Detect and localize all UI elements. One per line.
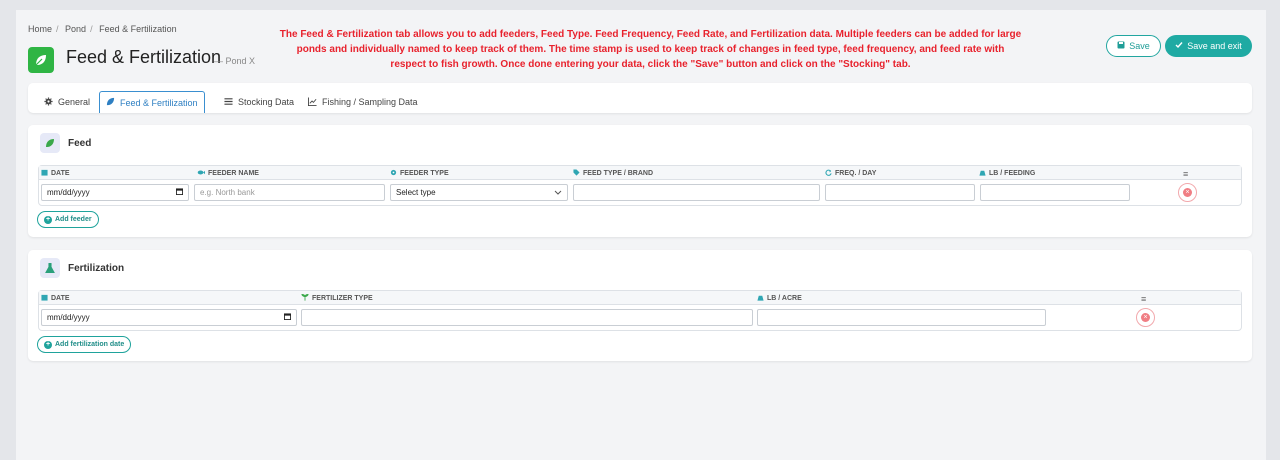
feed-table: DATE FEEDER NAME FEEDER TYPE FEED TYPE /… bbox=[38, 165, 1242, 206]
breadcrumb: Home / Pond / Feed & Fertilization bbox=[28, 24, 177, 34]
page-subtitle: — Pond X bbox=[214, 56, 256, 66]
breadcrumb-pond[interactable]: Pond bbox=[65, 24, 86, 34]
fish-icon bbox=[197, 169, 205, 178]
column-feeder-name: FEEDER NAME bbox=[197, 169, 259, 178]
column-date: DATE bbox=[41, 169, 70, 178]
breadcrumb-home[interactable]: Home bbox=[28, 24, 52, 34]
column-feed-type-brand: FEED TYPE / BRAND bbox=[573, 169, 653, 178]
fertilization-section-title: Fertilization bbox=[68, 262, 125, 274]
fertilizer-type-input[interactable] bbox=[301, 309, 753, 326]
tab-fishing-sampling-data[interactable]: Fishing / Sampling Data bbox=[302, 91, 424, 113]
tab-feed-fertilization[interactable]: Feed & Fertilization bbox=[99, 91, 205, 113]
feed-type-brand-input[interactable] bbox=[573, 184, 820, 201]
lb-per-acre-input[interactable] bbox=[757, 309, 1046, 326]
add-feeder-button[interactable]: + Add feeder bbox=[37, 211, 99, 228]
feed-table-header: DATE FEEDER NAME FEEDER TYPE FEED TYPE /… bbox=[39, 166, 1241, 180]
column-lb-per-acre: LB / ACRE bbox=[757, 294, 802, 303]
tab-general-label: General bbox=[58, 97, 91, 107]
delete-row-button[interactable]: × bbox=[1136, 308, 1155, 327]
refresh-icon bbox=[825, 169, 832, 178]
table-row: mm/dd/yyyy × bbox=[39, 305, 1241, 329]
tab-stocking-data[interactable]: Stocking Data bbox=[218, 91, 300, 113]
fertilization-date-input[interactable]: mm/dd/yyyy bbox=[41, 309, 297, 326]
feed-section-header: Feed bbox=[40, 133, 91, 153]
column-date: DATE bbox=[41, 294, 70, 303]
column-feeder-type: FEEDER TYPE bbox=[390, 169, 449, 178]
plus-icon: + bbox=[44, 340, 52, 349]
feed-card: Feed DATE FEEDER NAME FEEDER TYPE FEED T… bbox=[28, 125, 1252, 237]
tag-icon bbox=[573, 169, 580, 178]
leaf-icon bbox=[106, 97, 115, 108]
column-freq-per-day: FREQ. / DAY bbox=[825, 169, 876, 178]
feeder-type-select[interactable]: Select type bbox=[390, 184, 568, 201]
column-fertilizer-type: FERTILIZER TYPE bbox=[301, 293, 373, 303]
add-fertilization-date-button[interactable]: + Add fertilization date bbox=[37, 336, 132, 353]
feed-section-title: Feed bbox=[68, 137, 92, 149]
tab-general[interactable]: General bbox=[38, 91, 96, 113]
lb-per-feeding-input[interactable] bbox=[980, 184, 1130, 201]
delete-row-button[interactable]: × bbox=[1178, 183, 1197, 202]
save-button[interactable]: Save bbox=[1106, 35, 1161, 57]
instructions-text: The Feed & Fertilization tab allows you … bbox=[279, 29, 1022, 70]
calendar-icon bbox=[176, 188, 183, 197]
chart-icon bbox=[308, 96, 317, 108]
tab-bar: General Feed & Fertilization Stocking Da… bbox=[28, 83, 1252, 113]
calendar-icon bbox=[284, 313, 291, 322]
calendar-icon bbox=[41, 169, 48, 178]
save-and-exit-button[interactable]: Save and exit bbox=[1165, 35, 1252, 57]
tab-stocking-data-label: Stocking Data bbox=[238, 97, 295, 107]
weight-icon bbox=[979, 169, 986, 178]
list-icon bbox=[224, 97, 233, 108]
save-label: Save bbox=[1129, 41, 1150, 51]
left-bar bbox=[0, 0, 16, 460]
close-icon: × bbox=[1141, 313, 1150, 322]
gear-icon bbox=[390, 169, 397, 178]
gear-icon bbox=[44, 96, 53, 108]
chevron-down-icon bbox=[554, 188, 562, 197]
fertilization-card: Fertilization DATE FERTILIZER TYPE LB / … bbox=[28, 250, 1252, 361]
leaf-icon bbox=[28, 47, 54, 73]
close-icon: × bbox=[1183, 188, 1192, 197]
flask-icon bbox=[40, 258, 60, 278]
fertilization-table-header: DATE FERTILIZER TYPE LB / ACRE ≡ bbox=[39, 291, 1241, 305]
menu-icon[interactable]: ≡ bbox=[1183, 169, 1188, 179]
save-and-exit-label: Save and exit bbox=[1187, 41, 1242, 51]
column-lb-per-feeding: LB / FEEDING bbox=[979, 169, 1035, 178]
feeder-name-input[interactable]: e.g. North bank bbox=[194, 184, 385, 201]
page-title: Feed & Fertilization bbox=[66, 47, 222, 67]
check-icon bbox=[1175, 41, 1183, 51]
feed-date-input[interactable]: mm/dd/yyyy bbox=[41, 184, 189, 201]
calendar-icon bbox=[41, 294, 48, 303]
freq-per-day-input[interactable] bbox=[825, 184, 975, 201]
weight-icon bbox=[757, 294, 764, 303]
menu-icon[interactable]: ≡ bbox=[1141, 294, 1146, 304]
sprout-icon bbox=[301, 293, 309, 303]
tab-fishing-sampling-data-label: Fishing / Sampling Data bbox=[322, 97, 418, 107]
plus-icon: + bbox=[44, 215, 52, 224]
fertilization-table: DATE FERTILIZER TYPE LB / ACRE ≡ mm/dd/y… bbox=[38, 290, 1242, 331]
table-row: mm/dd/yyyy e.g. North bank Select type × bbox=[39, 180, 1241, 204]
tab-feed-fertilization-label: Feed & Fertilization bbox=[120, 97, 198, 108]
fertilization-section-header: Fertilization bbox=[40, 258, 124, 278]
breadcrumb-current: Feed & Fertilization bbox=[99, 24, 177, 34]
main-content: Home / Pond / Feed & Fertilization Feed & … bbox=[16, 10, 1266, 460]
save-icon bbox=[1117, 41, 1125, 51]
top-bar bbox=[0, 0, 1280, 10]
leaf-icon bbox=[40, 133, 60, 153]
